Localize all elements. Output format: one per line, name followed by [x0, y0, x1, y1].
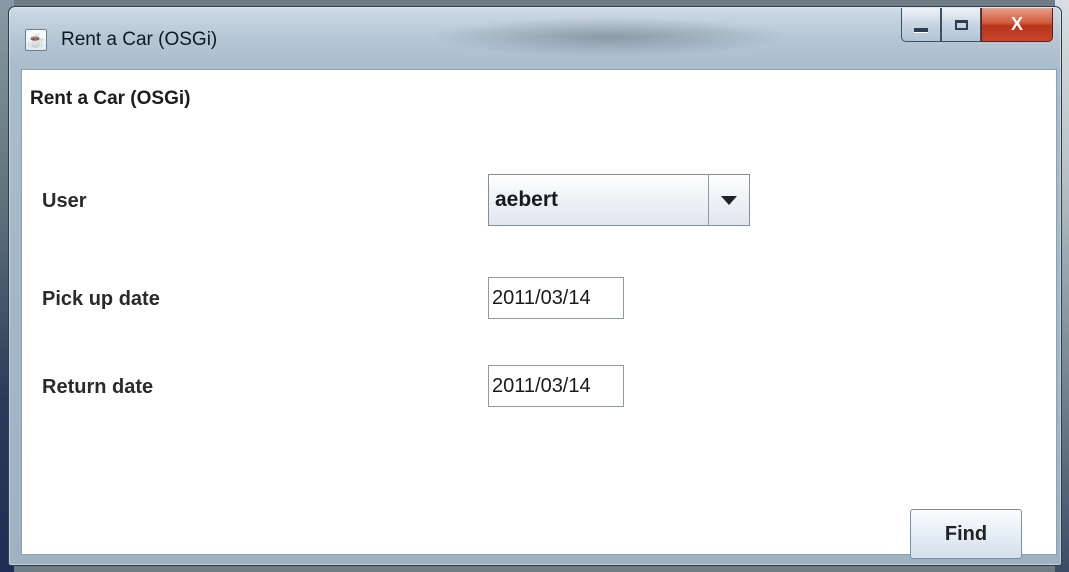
user-combobox-arrow-button[interactable] — [708, 175, 749, 225]
pickup-date-label: Pick up date — [42, 288, 160, 310]
minimize-icon — [914, 27, 928, 32]
form-heading: Rent a Car (OSGi) — [30, 88, 191, 109]
find-button[interactable]: Find — [910, 509, 1022, 559]
return-date-label: Return date — [42, 376, 154, 398]
close-icon: X — [1010, 14, 1023, 34]
window-title: Rent a Car (OSGi) — [61, 29, 218, 50]
form-panel: Rent a Car (OSGi) User aebert Pick up da… — [21, 69, 1057, 559]
chevron-down-icon — [721, 195, 737, 205]
title-bar-reflection — [429, 17, 789, 57]
user-label: User — [42, 190, 87, 212]
app-window: ☕ Rent a Car (OSGi) X Rent a Car (OSGi) … — [8, 6, 1062, 566]
user-combobox[interactable]: aebert — [488, 174, 750, 226]
maximize-icon — [954, 19, 968, 30]
return-date-field[interactable]: 2011/03/14 — [488, 365, 624, 407]
minimize-button[interactable] — [901, 8, 941, 42]
maximize-button[interactable] — [941, 8, 981, 42]
user-combobox-value: aebert — [495, 188, 559, 211]
close-button[interactable]: X — [981, 8, 1053, 42]
java-cup-icon[interactable]: ☕ — [25, 29, 47, 51]
title-bar[interactable]: ☕ Rent a Car (OSGi) X — [9, 7, 1061, 69]
window-controls: X — [901, 8, 1053, 44]
pickup-date-field[interactable]: 2011/03/14 — [488, 277, 624, 319]
